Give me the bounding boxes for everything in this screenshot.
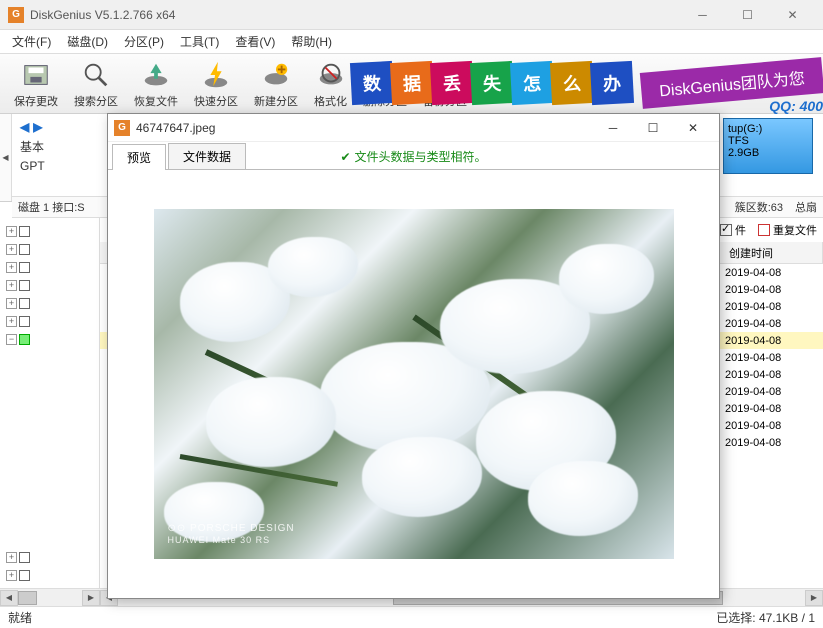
checkbox-icon	[758, 224, 770, 236]
menu-disk[interactable]: 磁盘(D)	[59, 31, 116, 52]
search-icon	[80, 59, 112, 91]
disk-info: 磁盘 1 接口:S	[18, 199, 85, 215]
label-gpt: GPT	[20, 159, 84, 173]
preview-minimize-button[interactable]: ─	[593, 115, 633, 141]
tree-row[interactable]: +	[0, 294, 99, 312]
new-partition-button[interactable]: 新建分区	[246, 57, 306, 111]
search-partition-button[interactable]: 搜索分区	[66, 57, 126, 111]
preview-close-button[interactable]: ✕	[673, 115, 713, 141]
preview-image: ⊙⊙ PORSCHE DESIGN HUAWEI Mate 30 RS	[154, 209, 674, 559]
preview-window: G 46747647.jpeg ─ ☐ ✕ 预览 文件数据 ✔ 文件头数据与类型…	[107, 113, 720, 599]
check-icon: ✔	[340, 150, 350, 164]
menu-view[interactable]: 查看(V)	[227, 31, 283, 52]
banner-qq: QQ: 400	[769, 98, 823, 114]
menu-partition[interactable]: 分区(P)	[116, 31, 172, 52]
scroll-thumb[interactable]	[18, 591, 37, 605]
volume-fs: TFS	[728, 135, 808, 147]
opt-dup[interactable]: 重复文件	[752, 222, 823, 238]
format-button[interactable]: 格式化	[306, 57, 355, 111]
tree-row[interactable]: +	[0, 240, 99, 258]
image-watermark: ⊙⊙ PORSCHE DESIGN HUAWEI Mate 30 RS	[168, 522, 295, 547]
close-button[interactable]: ✕	[770, 1, 815, 29]
preview-title: 46747647.jpeg	[136, 121, 593, 135]
scroll-right-icon[interactable]: ▶	[805, 590, 823, 606]
banner-char: 失	[470, 61, 514, 105]
banner-char: 怎	[510, 61, 554, 105]
banner-char: 办	[590, 61, 634, 105]
banner-char: 丢	[430, 61, 474, 105]
tree-row[interactable]: +	[0, 312, 99, 330]
preview-tabs: 预览 文件数据 ✔ 文件头数据与类型相符。	[108, 142, 719, 170]
menu-tools[interactable]: 工具(T)	[172, 31, 227, 52]
title-bar: G DiskGenius V5.1.2.766 x64 ─ ☐ ✕	[0, 0, 823, 30]
volume-name: tup(G:)	[728, 123, 808, 135]
banner-char: 据	[390, 61, 434, 105]
menu-bar: 文件(F) 磁盘(D) 分区(P) 工具(T) 查看(V) 帮助(H)	[0, 30, 823, 54]
preview-title-bar[interactable]: G 46747647.jpeg ─ ☐ ✕	[108, 114, 719, 142]
menu-file[interactable]: 文件(F)	[4, 31, 59, 52]
menu-help[interactable]: 帮助(H)	[283, 31, 340, 52]
status-selected: 已选择: 47.1KB / 1	[716, 609, 815, 626]
tree-row[interactable]: +	[0, 566, 99, 584]
volume-block[interactable]: tup(G:) TFS 2.9GB	[723, 118, 813, 174]
recover-files-button[interactable]: 恢复文件	[126, 57, 186, 111]
format-icon	[315, 59, 347, 91]
label-basic: 基本	[20, 138, 84, 155]
new-icon	[260, 59, 292, 91]
tree-panel: + + + + + + − + + +	[0, 218, 100, 606]
quick-partition-button[interactable]: 快速分区	[186, 57, 246, 111]
nav-fwd-icon[interactable]: ▶	[33, 120, 42, 134]
tree-row[interactable]: −	[0, 330, 99, 348]
volume-size: 2.9GB	[728, 147, 808, 159]
left-collapse[interactable]: ◀	[0, 114, 12, 201]
scroll-left-icon[interactable]: ◀	[0, 590, 18, 606]
promo-banner: 数 据 丢 失 怎 么 办 DiskGenius团队为您 QQ: 400	[353, 54, 823, 112]
preview-maximize-button[interactable]: ☐	[633, 115, 673, 141]
status-ready: 就绪	[8, 609, 32, 626]
bad-sectors: 簇区数:63	[735, 199, 783, 215]
tab-filedata[interactable]: 文件数据	[168, 143, 246, 169]
checkbox-icon	[720, 224, 732, 236]
lightning-icon	[200, 59, 232, 91]
banner-char: 么	[550, 61, 594, 105]
status-bar: 就绪 已选择: 47.1KB / 1	[0, 606, 823, 628]
scroll-right-icon[interactable]: ▶	[82, 590, 100, 606]
save-button[interactable]: 保存更改	[6, 57, 66, 111]
recover-icon	[140, 59, 172, 91]
tab-preview[interactable]: 预览	[112, 144, 166, 170]
app-icon: G	[114, 120, 130, 136]
tree-row[interactable]: +	[0, 222, 99, 240]
nav-back-icon[interactable]: ◀	[20, 120, 29, 134]
tree-row[interactable]: +	[0, 276, 99, 294]
tree-row[interactable]: +	[0, 548, 99, 566]
disk-icon	[20, 59, 52, 91]
tree-row[interactable]: +	[0, 258, 99, 276]
minimize-button[interactable]: ─	[680, 1, 725, 29]
col-created[interactable]: 创建时间	[723, 242, 823, 263]
toolbar: 保存更改 搜索分区 恢复文件 快速分区 新建分区 格式化 删除分区 备份分区 数…	[0, 54, 823, 114]
total-sectors: 总扇	[795, 199, 817, 215]
maximize-button[interactable]: ☐	[725, 1, 770, 29]
tree-hscroll[interactable]: ◀ ▶	[0, 588, 100, 606]
banner-char: 数	[350, 61, 394, 105]
preview-body: ⊙⊙ PORSCHE DESIGN HUAWEI Mate 30 RS	[108, 170, 719, 598]
header-match-msg: ✔ 文件头数据与类型相符。	[340, 148, 486, 165]
window-title: DiskGenius V5.1.2.766 x64	[30, 8, 680, 22]
app-icon: G	[8, 7, 24, 23]
